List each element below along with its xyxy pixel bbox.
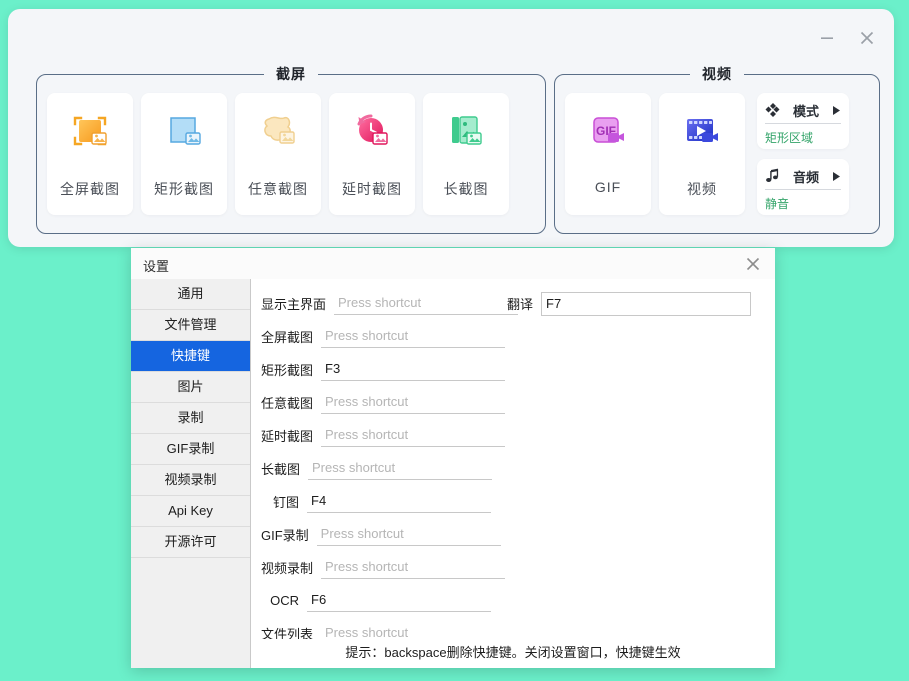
- music-note-icon: [765, 168, 781, 184]
- four-diamonds-icon: [765, 102, 781, 118]
- shortcut-label: 翻译: [501, 294, 541, 313]
- video-group: 视频 GIF GIF: [554, 74, 880, 234]
- shortcut-label: 钉图: [261, 492, 307, 511]
- sidebar-item-gif-recording[interactable]: GIF录制: [131, 434, 250, 465]
- shortcut-label: 延时截图: [261, 426, 321, 445]
- delayed-capture-icon: [348, 109, 396, 157]
- mode-option-head: 模式: [765, 99, 841, 124]
- mode-option-value: 矩形区域: [765, 129, 841, 146]
- settings-title: 设置: [143, 256, 169, 275]
- tile-scrolling-capture[interactable]: 长截图: [423, 93, 509, 215]
- shortcut-row-gif-record: GIF录制: [261, 518, 491, 551]
- tile-label: 任意截图: [248, 179, 308, 199]
- shortcut-label: 全屏截图: [261, 327, 321, 346]
- settings-close-button[interactable]: [741, 252, 765, 276]
- settings-sidebar: 通用 文件管理 快捷键 图片 录制 GIF录制 视频录制 Api Key 开源许…: [131, 279, 251, 668]
- audio-option-title: 音频: [785, 167, 827, 186]
- close-button[interactable]: [852, 23, 882, 53]
- tile-freeform-capture[interactable]: 任意截图: [235, 93, 321, 215]
- shortcut-input-pin-image[interactable]: [307, 491, 491, 513]
- settings-body: 通用 文件管理 快捷键 图片 录制 GIF录制 视频录制 Api Key 开源许…: [131, 279, 775, 668]
- settings-dialog: 设置 通用 文件管理 快捷键 图片 录制 GIF录制 视频录制 Api Key …: [131, 248, 775, 668]
- shortcut-input-freeform-capture[interactable]: [321, 392, 505, 414]
- sidebar-item-shortcuts[interactable]: 快捷键: [131, 341, 250, 372]
- tile-video-record[interactable]: 视频: [659, 93, 745, 215]
- shortcut-column-right: 翻译: [501, 287, 751, 320]
- shortcut-input-ocr[interactable]: [307, 590, 491, 612]
- shortcut-input-video-record[interactable]: [321, 557, 505, 579]
- chevron-right-icon: [831, 170, 841, 182]
- minimize-button[interactable]: [812, 23, 842, 53]
- shortcut-row-delayed-capture: 延时截图: [261, 419, 491, 452]
- shortcut-input-delayed-capture[interactable]: [321, 425, 505, 447]
- shortcut-input-rectangle-capture[interactable]: [321, 359, 505, 381]
- settings-content: 显示主界面 全屏截图 矩形截图 任意截图 延时截图: [251, 279, 775, 668]
- shortcut-label: GIF录制: [261, 525, 317, 544]
- tile-rectangle-capture[interactable]: 矩形截图: [141, 93, 227, 215]
- sidebar-item-file-management[interactable]: 文件管理: [131, 310, 250, 341]
- shortcut-input-show-main-window[interactable]: [334, 293, 518, 315]
- sidebar-item-api-key[interactable]: Api Key: [131, 496, 250, 527]
- tile-label: 矩形截图: [154, 179, 214, 199]
- rectangle-capture-icon: [160, 109, 208, 157]
- tile-label: 长截图: [444, 179, 489, 199]
- main-title-bar: [8, 9, 894, 53]
- settings-hint-text: 提示：backspace删除快捷键。关闭设置窗口，快捷键生效: [251, 639, 775, 664]
- close-icon: [858, 29, 876, 47]
- video-options-column: 模式 矩形区域: [757, 93, 849, 215]
- shortcut-row-pin-image: 钉图: [261, 485, 491, 518]
- audio-option-card[interactable]: 音频 静音: [757, 159, 849, 215]
- sidebar-item-open-source-license[interactable]: 开源许可: [131, 527, 250, 558]
- shortcut-label: OCR: [261, 593, 307, 608]
- tile-fullscreen-capture[interactable]: 全屏截图: [47, 93, 133, 215]
- shortcut-row-show-main-window: 显示主界面: [261, 287, 491, 320]
- audio-option-value: 静音: [765, 195, 841, 212]
- shortcut-row-fullscreen-capture: 全屏截图: [261, 320, 491, 353]
- shortcut-input-translate[interactable]: [541, 292, 751, 316]
- shortcut-label: 显示主界面: [261, 294, 334, 313]
- freeform-capture-icon: [254, 109, 302, 157]
- shortcut-label: 长截图: [261, 459, 308, 478]
- shortcut-label: 视频录制: [261, 558, 321, 577]
- shortcut-input-scrolling-capture[interactable]: [308, 458, 492, 480]
- sidebar-item-recording[interactable]: 录制: [131, 403, 250, 434]
- scrolling-capture-icon: [442, 109, 490, 157]
- mode-option-title: 模式: [785, 101, 827, 120]
- close-icon: [744, 255, 762, 273]
- tile-gif-record[interactable]: GIF GIF: [565, 93, 651, 215]
- settings-title-bar: 设置: [131, 248, 775, 280]
- shortcut-input-gif-record[interactable]: [317, 524, 501, 546]
- shortcut-label: 矩形截图: [261, 360, 321, 379]
- tile-delayed-capture[interactable]: 延时截图: [329, 93, 415, 215]
- shortcut-row-rectangle-capture: 矩形截图: [261, 353, 491, 386]
- shortcut-label: 任意截图: [261, 393, 321, 412]
- gif-record-icon: GIF: [584, 109, 632, 157]
- main-window: 截屏: [8, 9, 894, 247]
- tile-label: 全屏截图: [60, 179, 120, 199]
- capture-group: 截屏: [36, 74, 546, 234]
- shortcut-row-translate: 翻译: [501, 287, 751, 320]
- tile-label: GIF: [595, 179, 621, 195]
- chevron-right-icon: [831, 104, 841, 116]
- sidebar-item-general[interactable]: 通用: [131, 279, 250, 310]
- sidebar-item-video-recording[interactable]: 视频录制: [131, 465, 250, 496]
- shortcut-row-scrolling-capture: 长截图: [261, 452, 491, 485]
- video-record-icon: [678, 109, 726, 157]
- shortcut-row-video-record: 视频录制: [261, 551, 491, 584]
- shortcut-input-fullscreen-capture[interactable]: [321, 326, 505, 348]
- shortcut-column-left: 显示主界面 全屏截图 矩形截图 任意截图 延时截图: [261, 287, 491, 650]
- video-tile-row: GIF GIF: [555, 75, 879, 233]
- shortcut-row-freeform-capture: 任意截图: [261, 386, 491, 419]
- tile-label: 延时截图: [342, 179, 402, 199]
- audio-option-head: 音频: [765, 165, 841, 190]
- sidebar-item-image[interactable]: 图片: [131, 372, 250, 403]
- fullscreen-capture-icon: [66, 109, 114, 157]
- tile-label: 视频: [687, 179, 717, 199]
- capture-tile-row: 全屏截图 矩形截图: [37, 75, 545, 233]
- minimize-icon: [819, 30, 835, 46]
- shortcut-row-ocr: OCR: [261, 584, 491, 617]
- mode-option-card[interactable]: 模式 矩形区域: [757, 93, 849, 149]
